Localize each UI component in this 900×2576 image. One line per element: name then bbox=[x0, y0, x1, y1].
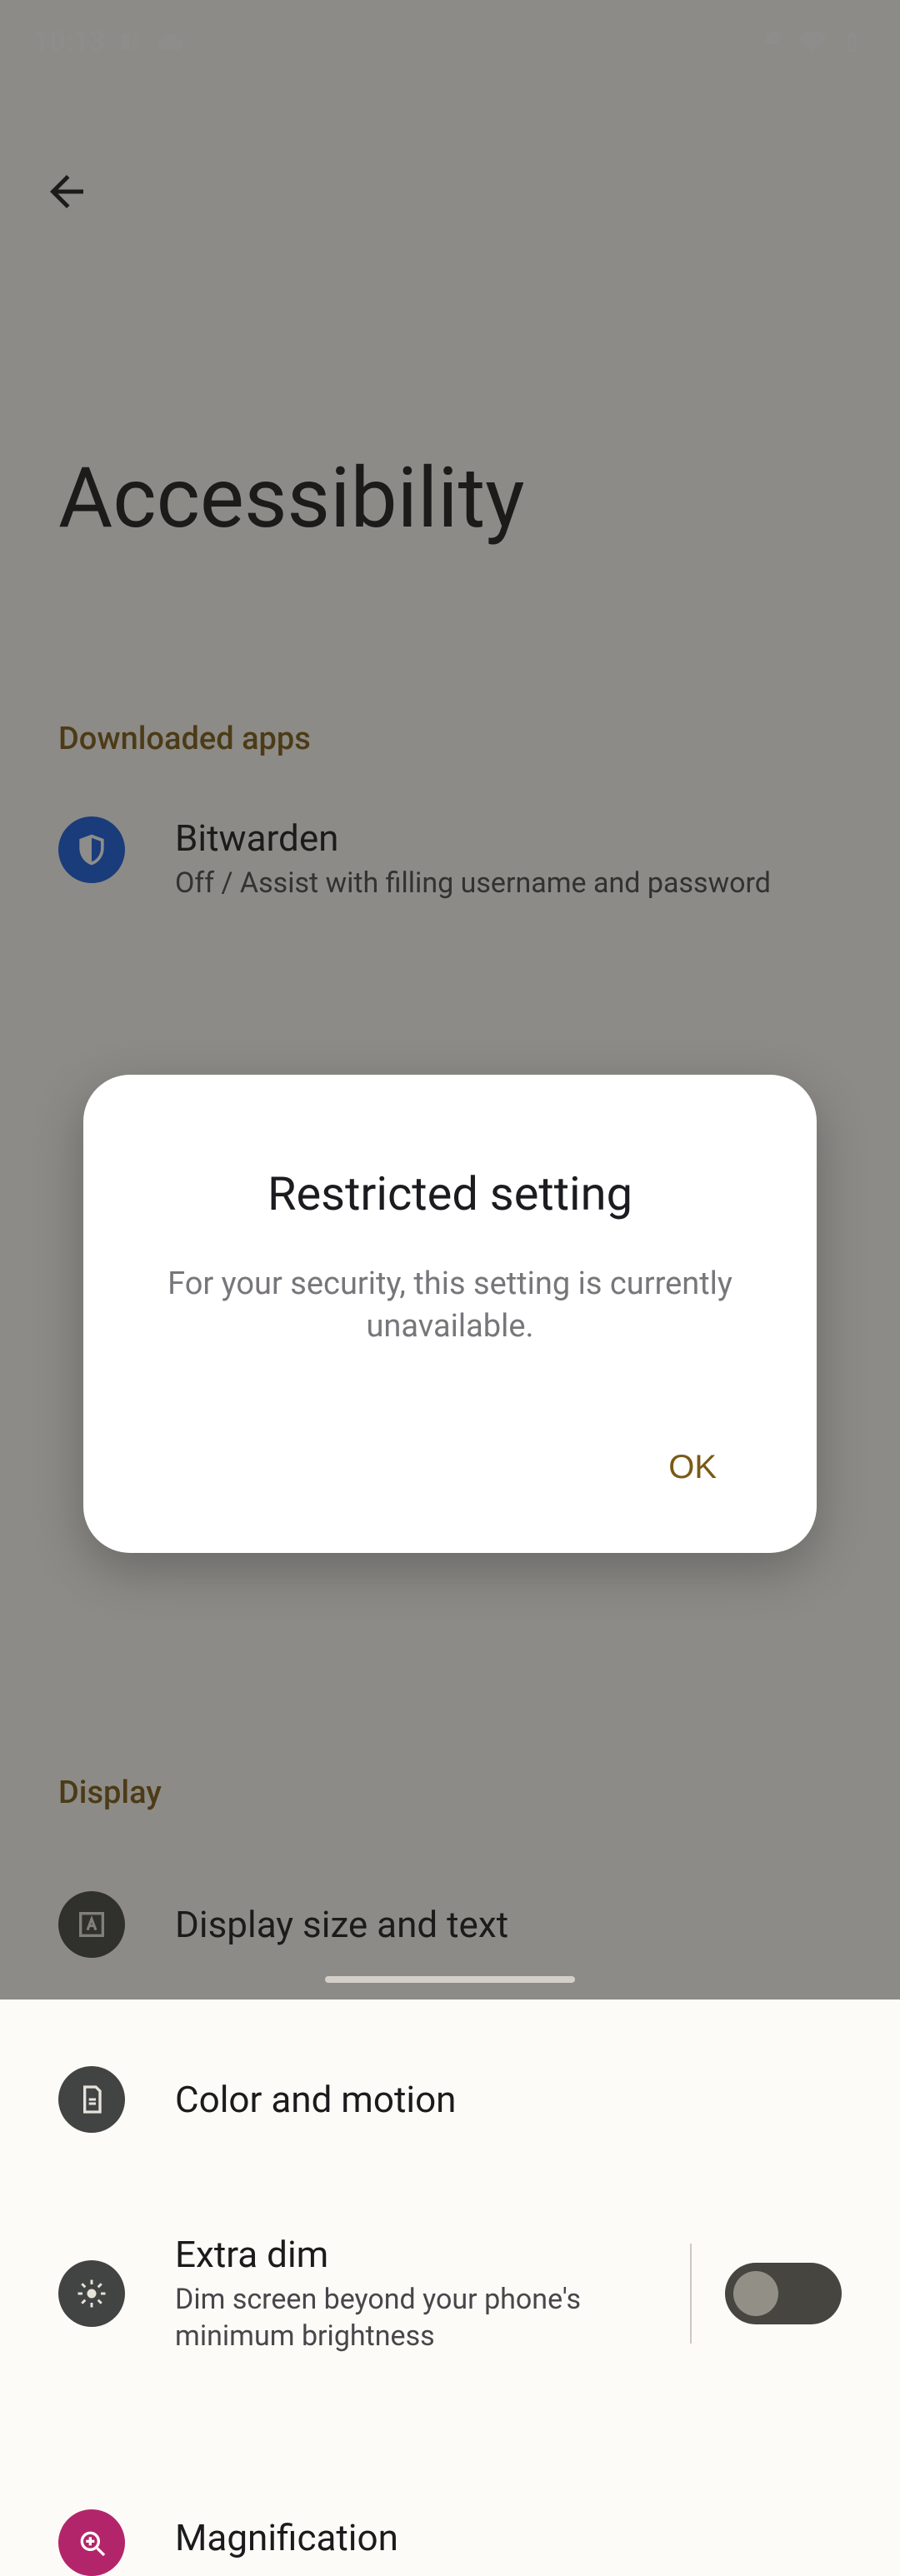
item-color-motion[interactable]: Color and motion bbox=[0, 2066, 900, 2133]
dim-icon bbox=[58, 2260, 125, 2327]
zoom-in-icon bbox=[58, 2509, 125, 2576]
item-magnification[interactable]: Magnification bbox=[0, 2499, 900, 2576]
restricted-setting-dialog: Restricted setting For your security, th… bbox=[83, 1075, 817, 1553]
item-title: Magnification bbox=[175, 2516, 842, 2559]
dialog-scrim[interactable] bbox=[0, 0, 900, 1999]
extra-dim-toggle[interactable] bbox=[725, 2263, 842, 2324]
page-icon bbox=[58, 2066, 125, 2133]
item-extra-dim[interactable]: Extra dim Dim screen beyond your phone's… bbox=[0, 2233, 900, 2354]
item-title: Color and motion bbox=[175, 2078, 842, 2121]
toggle-divider bbox=[690, 2244, 692, 2344]
gesture-nav-handle[interactable] bbox=[325, 1976, 575, 1983]
dialog-message: For your security, this setting is curre… bbox=[133, 1263, 767, 1349]
dialog-title: Restricted setting bbox=[133, 1166, 767, 1221]
ok-button[interactable]: OK bbox=[635, 1432, 750, 1503]
item-subtitle: Dim screen beyond your phone's minimum b… bbox=[175, 2281, 657, 2354]
item-title: Extra dim bbox=[175, 2233, 657, 2276]
